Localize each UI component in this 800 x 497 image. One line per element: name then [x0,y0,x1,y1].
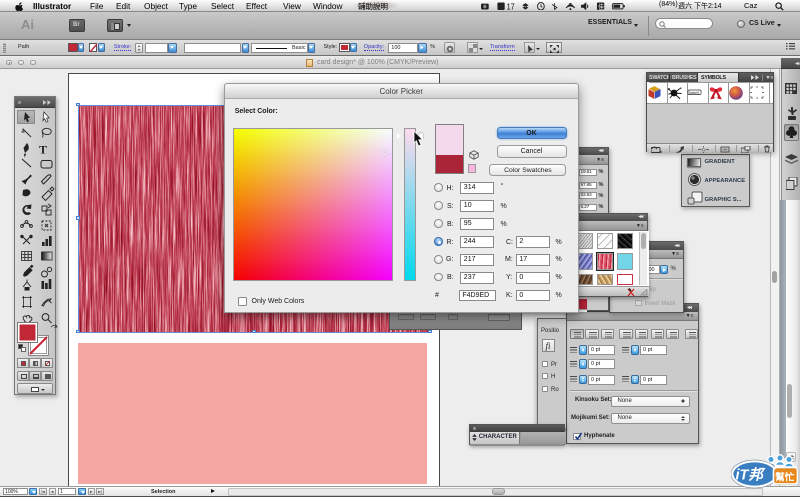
svg-text:iT邦: iT邦 [736,467,766,484]
svg-text:幫忙: 幫忙 [775,472,795,484]
svg-text:佳: 佳 [598,2,604,10]
svg-text:T: T [39,143,47,157]
svg-text:[label]: [label] [689,90,699,94]
svg-text:17: 17 [507,2,515,10]
